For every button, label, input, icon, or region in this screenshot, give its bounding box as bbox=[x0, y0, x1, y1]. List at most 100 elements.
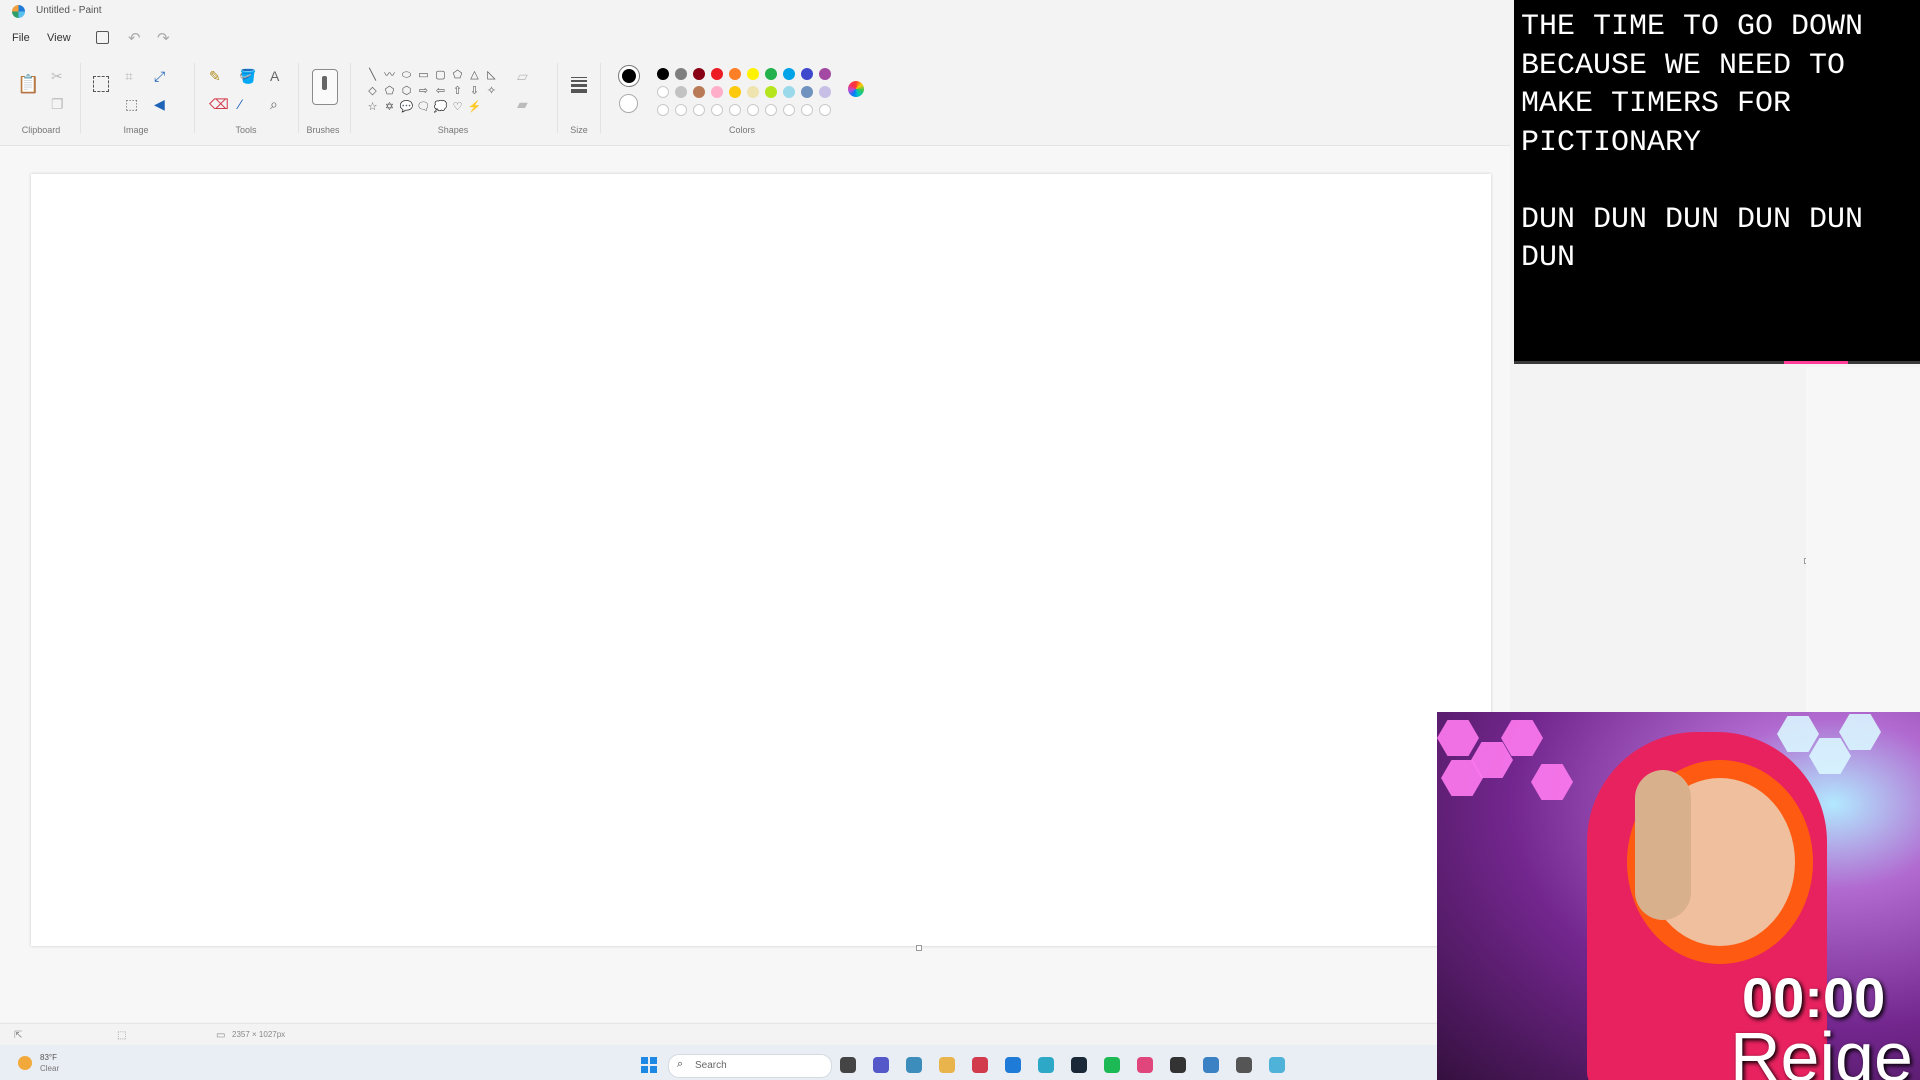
color-swatch[interactable] bbox=[729, 104, 741, 116]
color-swatch[interactable] bbox=[747, 68, 759, 80]
color-swatch[interactable] bbox=[657, 86, 669, 98]
taskbar-app-icon[interactable] bbox=[873, 1057, 889, 1073]
shape-option-4[interactable]: ▢ bbox=[432, 67, 449, 83]
color-swatch[interactable] bbox=[711, 86, 723, 98]
shape-option-13[interactable]: ⇧ bbox=[449, 83, 466, 99]
menu-view[interactable]: View bbox=[47, 32, 71, 44]
copy-icon[interactable]: ❐ bbox=[51, 97, 64, 111]
taskbar-app-icon[interactable] bbox=[1071, 1057, 1087, 1073]
shape-option-11[interactable]: ⇨ bbox=[415, 83, 432, 99]
text-icon[interactable]: A bbox=[270, 69, 279, 83]
shape-option-6[interactable]: △ bbox=[466, 67, 483, 83]
taskbar-app-icon[interactable] bbox=[1104, 1057, 1120, 1073]
color-swatch[interactable] bbox=[675, 68, 687, 80]
start-button-icon[interactable] bbox=[641, 1057, 657, 1073]
color-swatch[interactable] bbox=[729, 86, 741, 98]
fill-icon[interactable]: 🪣 bbox=[239, 69, 256, 83]
shape-option-0[interactable]: ╲ bbox=[364, 67, 381, 83]
color-swatch[interactable] bbox=[801, 104, 813, 116]
color-swatch[interactable] bbox=[711, 68, 723, 80]
color-swatch[interactable] bbox=[783, 68, 795, 80]
image-select-all-icon[interactable]: ⬚ bbox=[125, 97, 138, 111]
shape-option-10[interactable]: ⬡ bbox=[398, 83, 415, 99]
color-swatch[interactable] bbox=[747, 86, 759, 98]
shape-option-20[interactable]: 💭 bbox=[432, 99, 449, 115]
fill-style-icon[interactable]: ▰ bbox=[517, 97, 528, 111]
menu-file[interactable]: File bbox=[12, 32, 30, 44]
color-swatch[interactable] bbox=[657, 104, 669, 116]
color-swatch[interactable] bbox=[783, 86, 795, 98]
taskbar-app-icon[interactable] bbox=[1269, 1057, 1285, 1073]
eraser-icon[interactable]: ⌫ bbox=[209, 97, 229, 111]
canvas-size-readout: 2357 × 1027px bbox=[232, 1030, 286, 1039]
color-swatch[interactable] bbox=[801, 86, 813, 98]
cut-icon[interactable]: ✂ bbox=[51, 69, 63, 83]
color-swatch[interactable] bbox=[693, 86, 705, 98]
taskbar-app-icon[interactable] bbox=[1005, 1057, 1021, 1073]
color-swatch[interactable] bbox=[819, 86, 831, 98]
shape-option-22[interactable]: ⚡ bbox=[466, 99, 483, 115]
shape-option-15[interactable]: ✧ bbox=[483, 83, 500, 99]
shape-option-5[interactable]: ⬠ bbox=[449, 67, 466, 83]
taskbar-app-icon[interactable] bbox=[972, 1057, 988, 1073]
color-swatch[interactable] bbox=[819, 68, 831, 80]
color-picker-icon[interactable]: ⁄ bbox=[239, 97, 241, 111]
color-swatch[interactable] bbox=[783, 104, 795, 116]
shape-option-14[interactable]: ⇩ bbox=[466, 83, 483, 99]
shape-option-1[interactable]: 〰 bbox=[381, 67, 398, 83]
taskbar-app-icon[interactable] bbox=[1203, 1057, 1219, 1073]
taskbar-app-icon[interactable] bbox=[1038, 1057, 1054, 1073]
size-icon[interactable] bbox=[571, 77, 587, 95]
shape-option-19[interactable]: 🗨 bbox=[415, 99, 432, 115]
taskbar-app-icon[interactable] bbox=[1170, 1057, 1186, 1073]
shape-option-23[interactable] bbox=[483, 99, 500, 115]
shape-option-3[interactable]: ▭ bbox=[415, 67, 432, 83]
color-swatch[interactable] bbox=[693, 104, 705, 116]
paste-icon[interactable]: 📋 bbox=[17, 75, 39, 93]
color-swatch[interactable] bbox=[693, 68, 705, 80]
color-swatch[interactable] bbox=[765, 104, 777, 116]
color-swatch[interactable] bbox=[765, 86, 777, 98]
secondary-color-swatch[interactable] bbox=[619, 94, 638, 113]
taskbar-app-icon[interactable] bbox=[840, 1057, 856, 1073]
color-swatch[interactable] bbox=[747, 104, 759, 116]
primary-color-swatch[interactable] bbox=[618, 65, 640, 87]
color-swatch[interactable] bbox=[711, 104, 723, 116]
shape-option-9[interactable]: ⬠ bbox=[381, 83, 398, 99]
color-swatch[interactable] bbox=[675, 86, 687, 98]
color-swatch[interactable] bbox=[819, 104, 831, 116]
taskbar-app-icon[interactable] bbox=[906, 1057, 922, 1073]
crop-icon[interactable]: ⌗ bbox=[125, 69, 133, 83]
taskbar-app-icon[interactable] bbox=[1137, 1057, 1153, 1073]
drawing-canvas[interactable] bbox=[31, 174, 1491, 946]
shape-option-16[interactable]: ☆ bbox=[364, 99, 381, 115]
shape-option-8[interactable]: ◇ bbox=[364, 83, 381, 99]
resize-icon[interactable]: ⤢ bbox=[154, 69, 165, 83]
color-swatch[interactable] bbox=[765, 68, 777, 80]
taskbar-app-icon[interactable] bbox=[1236, 1057, 1252, 1073]
shape-option-18[interactable]: 💬 bbox=[398, 99, 415, 115]
save-icon[interactable] bbox=[96, 31, 109, 44]
shape-option-12[interactable]: ⇦ bbox=[432, 83, 449, 99]
edit-colors-icon[interactable] bbox=[848, 81, 864, 97]
outline-icon[interactable]: ▱ bbox=[517, 69, 528, 83]
undo-icon[interactable]: ↶ bbox=[128, 29, 141, 47]
brushes-button[interactable] bbox=[312, 69, 338, 105]
shape-option-21[interactable]: ♡ bbox=[449, 99, 466, 115]
taskbar-search[interactable]: ⌕ Search bbox=[668, 1054, 832, 1078]
select-icon[interactable] bbox=[93, 76, 109, 92]
shape-option-17[interactable]: ✡ bbox=[381, 99, 398, 115]
color-swatch[interactable] bbox=[729, 68, 741, 80]
rotate-icon[interactable]: ◀ bbox=[154, 97, 165, 111]
color-swatch[interactable] bbox=[801, 68, 813, 80]
magnifier-icon[interactable]: ⌕ bbox=[270, 97, 278, 111]
color-swatch[interactable] bbox=[675, 104, 687, 116]
canvas-resize-handle-bottom[interactable] bbox=[916, 945, 922, 951]
redo-icon[interactable]: ↷ bbox=[157, 29, 170, 47]
pencil-icon[interactable]: ✎ bbox=[209, 69, 221, 83]
weather-moon-icon[interactable] bbox=[18, 1056, 32, 1070]
taskbar-app-icon[interactable] bbox=[939, 1057, 955, 1073]
shape-option-7[interactable]: ◺ bbox=[483, 67, 500, 83]
color-swatch[interactable] bbox=[657, 68, 669, 80]
shape-option-2[interactable]: ⬭ bbox=[398, 67, 415, 83]
